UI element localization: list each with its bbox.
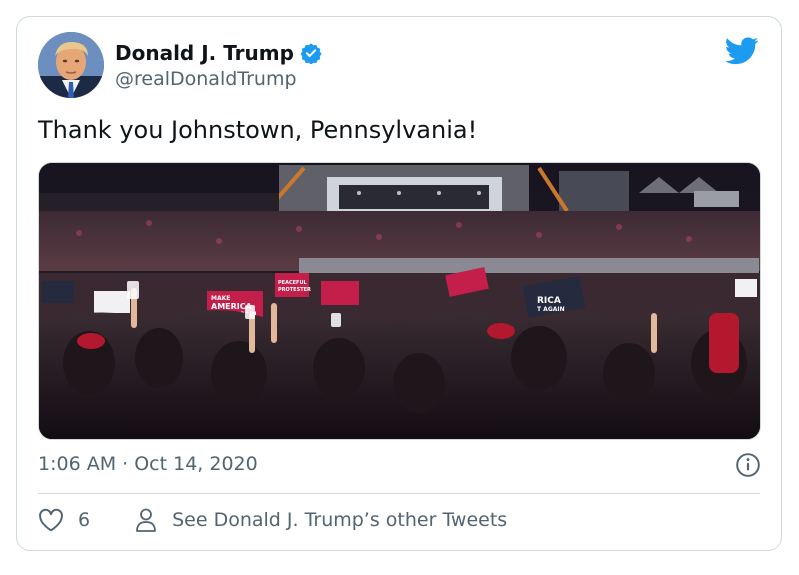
tweet-timestamp[interactable]: 1:06 AM · Oct 14, 2020 <box>38 453 258 475</box>
info-icon[interactable] <box>735 452 761 478</box>
divider <box>38 493 760 494</box>
tweet-text: Thank you Johnstown, Pennsylvania! <box>38 116 478 144</box>
tweet-actions: 6 See Donald J. Trump’s other Tweets <box>38 507 507 533</box>
other-tweets-link[interactable]: See Donald J. Trump’s other Tweets <box>172 509 507 531</box>
avatar-photo <box>38 32 104 98</box>
author-display-name[interactable]: Donald J. Trump <box>115 41 294 65</box>
rally-crowd-photo: MAKE AMERICA GREAT AGAIN PEACEFUL PROTES… <box>39 163 760 439</box>
svg-text:RICA: RICA <box>537 296 561 306</box>
svg-text:T AGAIN: T AGAIN <box>537 306 565 313</box>
author-name-row[interactable]: Donald J. Trump <box>115 41 322 65</box>
like-count[interactable]: 6 <box>78 509 90 531</box>
twitter-bird-icon[interactable] <box>725 37 759 65</box>
heart-icon[interactable] <box>38 508 64 532</box>
verified-badge-icon <box>300 43 322 64</box>
svg-text:MAKE: MAKE <box>211 295 230 302</box>
author-avatar[interactable] <box>38 32 104 98</box>
svg-text:PEACEFUL: PEACEFUL <box>278 280 308 286</box>
tweet-photo[interactable]: MAKE AMERICA GREAT AGAIN PEACEFUL PROTES… <box>38 162 761 440</box>
author-handle[interactable]: @realDonaldTrump <box>115 68 297 90</box>
tweet-card[interactable]: Donald J. Trump @realDonaldTrump Thank y… <box>16 16 782 551</box>
person-icon <box>136 508 156 532</box>
svg-text:PROTESTER: PROTESTER <box>278 287 311 293</box>
